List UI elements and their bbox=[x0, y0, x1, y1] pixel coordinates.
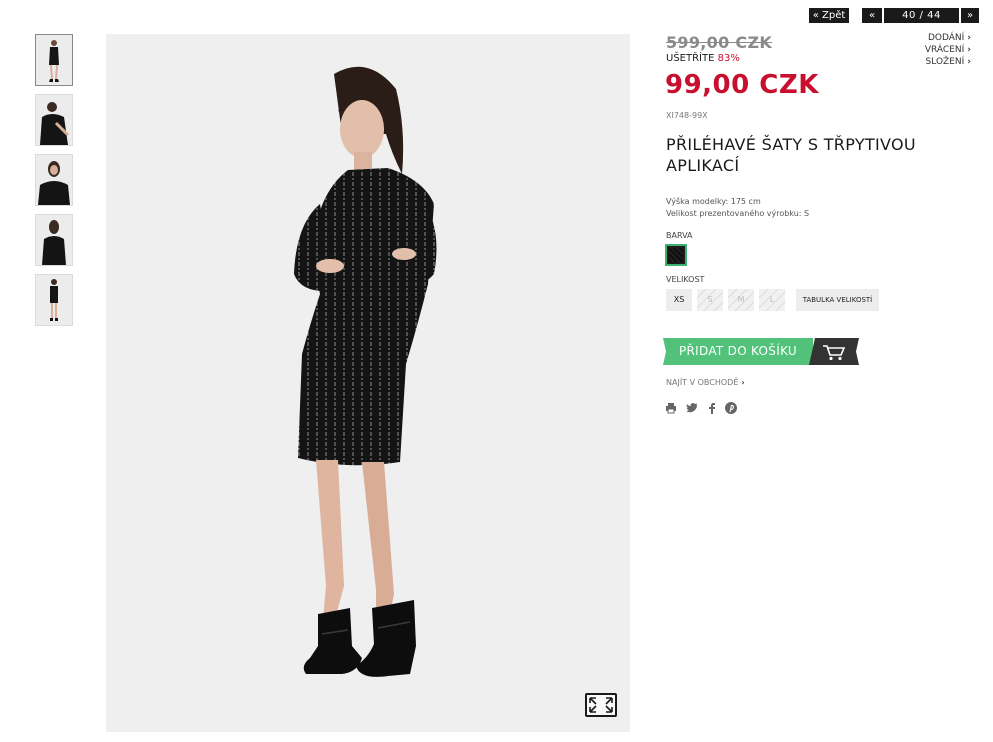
size-option-l[interactable]: L bbox=[759, 289, 785, 311]
color-swatch-black[interactable] bbox=[665, 244, 687, 266]
next-button[interactable]: » bbox=[961, 8, 979, 23]
expand-button[interactable] bbox=[585, 693, 617, 717]
returns-link[interactable]: VRÁCENÍ › bbox=[925, 45, 971, 55]
add-to-cart-button[interactable]: PŘIDAT DO KOŠÍKU bbox=[663, 338, 859, 365]
size-label: VELIKOST bbox=[666, 275, 705, 284]
size-option-m[interactable]: M bbox=[728, 289, 754, 311]
thumbnail-1[interactable] bbox=[35, 34, 73, 86]
size-option-xs[interactable]: XS bbox=[666, 289, 692, 311]
size-chart-button[interactable]: TABULKA VELIKOSTÍ bbox=[796, 289, 879, 311]
cart-icon bbox=[823, 345, 846, 361]
expand-icon bbox=[589, 697, 613, 713]
share-bar bbox=[665, 398, 741, 418]
chevron-right-icon: › bbox=[967, 45, 971, 55]
old-price: 599,00 CZK bbox=[666, 33, 773, 52]
chevron-right-icon: › bbox=[967, 57, 971, 67]
find-in-store-link[interactable]: NAJÍT V OBCHODĚ › bbox=[666, 378, 745, 387]
chevron-right-icon: › bbox=[741, 378, 745, 387]
size-option-s[interactable]: S bbox=[697, 289, 723, 311]
facebook-icon[interactable] bbox=[708, 399, 716, 418]
savings-text: UŠETŘÍTE 83% bbox=[666, 53, 740, 64]
composition-link[interactable]: SLOŽENÍ › bbox=[926, 57, 971, 67]
thumbnail-2[interactable] bbox=[35, 94, 73, 146]
image-counter: 40 / 44 bbox=[884, 8, 959, 23]
thumbnail-3[interactable] bbox=[35, 154, 73, 206]
color-label: BARVA bbox=[666, 231, 693, 240]
model-info: Výška modelky: 175 cm Velikost prezentov… bbox=[666, 196, 809, 220]
twitter-icon[interactable] bbox=[686, 399, 699, 418]
main-product-image[interactable] bbox=[106, 34, 630, 732]
model-height: Výška modelky: 175 cm bbox=[666, 197, 761, 206]
chevron-right-icon: › bbox=[967, 33, 971, 43]
model-illustration bbox=[294, 66, 437, 677]
print-icon[interactable] bbox=[665, 399, 677, 418]
back-button[interactable]: « Zpět bbox=[809, 8, 849, 23]
current-price: 99,00 CZK bbox=[665, 70, 819, 100]
product-title: PŘILÉHAVÉ ŠATY S TŘPYTIVOU APLIKACÍ bbox=[666, 135, 916, 175]
savings-percent: 83% bbox=[717, 53, 740, 64]
add-to-cart-label: PŘIDAT DO KOŠÍKU bbox=[663, 338, 813, 365]
thumbnail-5[interactable] bbox=[35, 274, 73, 326]
pinterest-icon[interactable] bbox=[725, 399, 738, 418]
delivery-link[interactable]: DODÁNÍ › bbox=[928, 33, 971, 43]
product-sku: XI748-99X bbox=[666, 111, 708, 120]
model-size: Velikost prezentovaného výrobku: S bbox=[666, 209, 810, 218]
prev-button[interactable]: « bbox=[862, 8, 882, 23]
thumbnail-4[interactable] bbox=[35, 214, 73, 266]
